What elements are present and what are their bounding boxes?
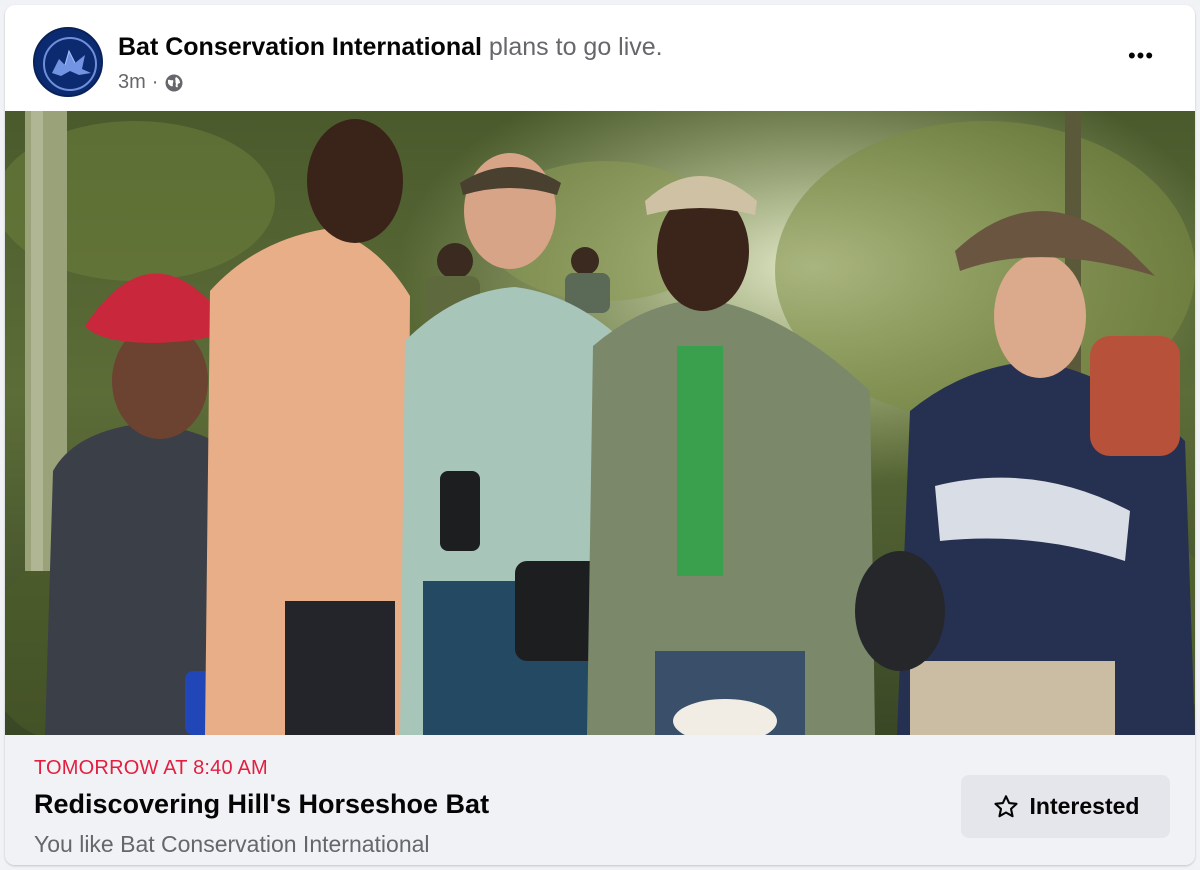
interested-button[interactable]: Interested	[961, 775, 1170, 838]
meta-separator: ·	[151, 71, 159, 93]
author-name-link[interactable]: Bat Conservation International	[118, 33, 482, 61]
event-date: TOMORROW AT 8:40 AM	[34, 757, 268, 779]
globe-icon[interactable]	[164, 73, 184, 93]
more-horizontal-icon: •••	[1127, 43, 1155, 68]
live-event-post-card: Bat Conservation International plans to …	[5, 5, 1195, 865]
event-cover-photo[interactable]	[5, 111, 1195, 735]
post-header: Bat Conservation International plans to …	[5, 5, 1195, 111]
bat-logo-icon	[37, 31, 101, 95]
star-outline-icon	[992, 793, 1020, 821]
event-social-context: You like Bat Conservation International	[34, 831, 430, 857]
interested-label: Interested	[1029, 793, 1140, 819]
post-timestamp[interactable]: 3m	[118, 71, 146, 94]
more-options-button[interactable]: •••	[1121, 41, 1161, 71]
event-info-footer: TOMORROW AT 8:40 AM Rediscovering Hill's…	[5, 735, 1195, 865]
page-avatar[interactable]	[33, 27, 103, 97]
event-title-link[interactable]: Rediscovering Hill's Horseshoe Bat	[34, 789, 489, 820]
author-line: Bat Conservation International plans to …	[118, 33, 663, 62]
post-action-text: plans to go live.	[488, 33, 663, 61]
post-meta: 3m ·	[118, 71, 184, 94]
group-photo-image	[5, 111, 1195, 735]
